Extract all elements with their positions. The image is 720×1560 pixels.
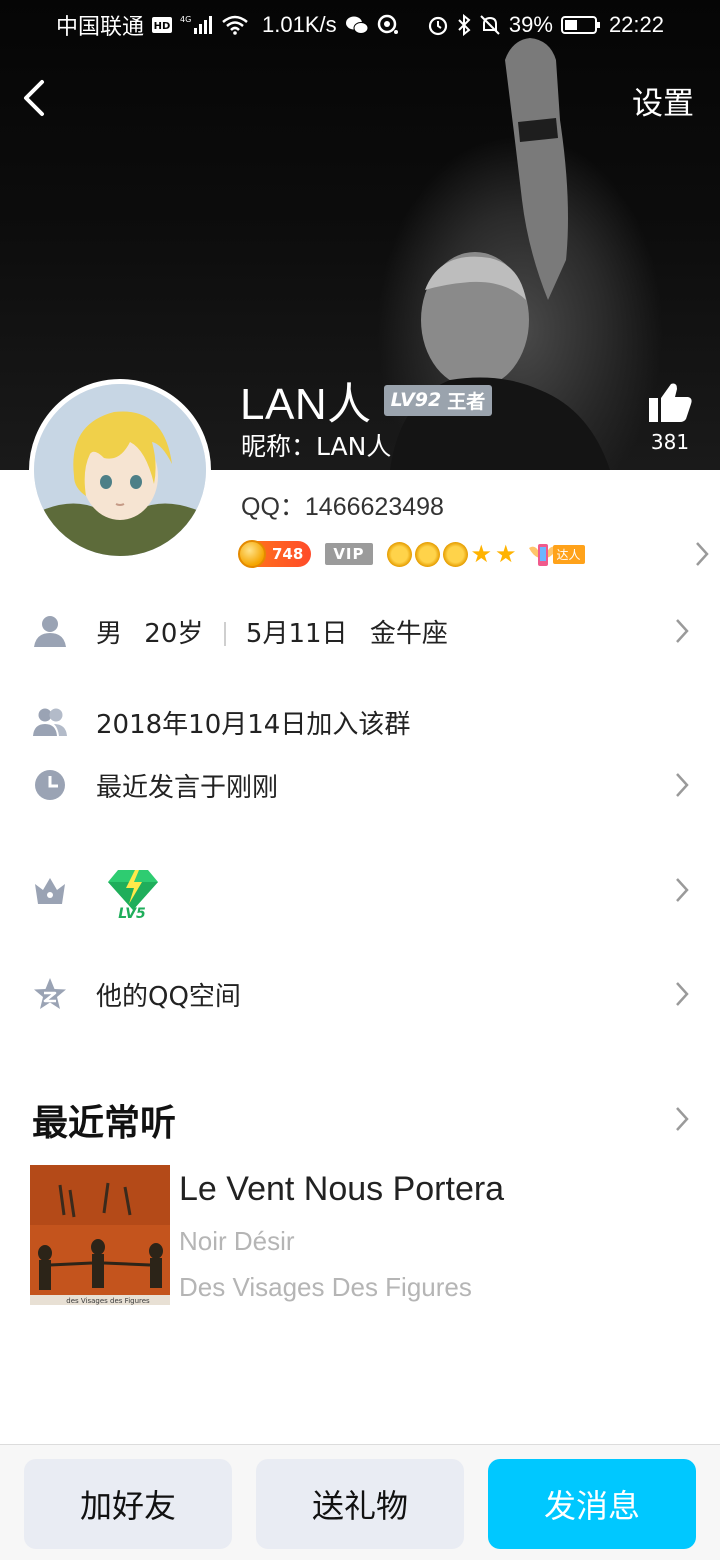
qzone-link: 他的QQ空间: [96, 981, 241, 1012]
svg-text:HD: HD: [154, 21, 171, 32]
crown-icon: [35, 878, 65, 904]
sun-icon: [414, 541, 440, 567]
status-bar: 中国联通 HD 4G 1.01K/s 39% 22:22: [0, 0, 720, 50]
game-level-text: LV5: [118, 906, 146, 920]
zodiac: 金牛座: [369, 618, 448, 649]
network-speed: 1.01K/s: [262, 12, 337, 37]
person-icon: [34, 616, 66, 647]
nickname-value: LAN人: [316, 432, 392, 461]
divider: [223, 622, 226, 646]
alarm-icon: [427, 14, 449, 36]
talent-badge: 达人: [527, 538, 585, 570]
chevron-right-icon: [676, 878, 689, 902]
qq-label: QQ：: [241, 493, 305, 521]
battery-icon: [560, 15, 601, 35]
hd-icon: HD: [152, 17, 173, 33]
qzone-star-icon: [34, 978, 66, 1009]
coin-badge: 748: [238, 540, 312, 568]
avatar[interactable]: [29, 379, 211, 561]
star-icon: ★: [470, 539, 493, 568]
recent-music-title: 最近常听: [32, 1103, 177, 1144]
qq-level-icons: ★ ★: [386, 539, 517, 568]
level-title: 王者: [447, 390, 486, 413]
battery-percent: 39%: [508, 12, 553, 37]
last-spoke: 最近发言于刚刚: [96, 772, 279, 803]
thumbs-up-icon: [649, 383, 692, 422]
album-art-image: des Visages des Figures: [30, 1165, 170, 1305]
nickname-row: 昵称：LAN人: [241, 427, 391, 463]
talent-label: 达人: [552, 544, 585, 564]
chevron-right-icon[interactable]: [674, 1105, 690, 1133]
chevron-right-icon: [696, 542, 709, 566]
name-row: LAN人 LV92 王者: [240, 368, 493, 432]
song-album: Des Visages Des Figures: [179, 1272, 472, 1302]
send-gift-button[interactable]: 送礼物: [256, 1459, 464, 1549]
chevron-right-icon: [676, 773, 689, 797]
green-diamond-icon: LV5: [108, 870, 158, 922]
last-spoke-row[interactable]: 最近发言于刚刚: [0, 755, 720, 815]
song-artist: Noir Désir: [179, 1226, 295, 1256]
age: 20岁: [144, 618, 204, 649]
add-friend-button[interactable]: 加好友: [24, 1459, 232, 1549]
basic-info-row[interactable]: 男 20岁 5月11日 金牛座: [0, 601, 720, 661]
back-arrow-icon: [24, 80, 44, 116]
sun-icon: [386, 541, 412, 567]
basic-info: 男 20岁 5月11日 金牛座: [96, 613, 448, 650]
clock-icon: [35, 770, 65, 800]
like-button[interactable]: 381: [644, 382, 696, 454]
level-number: LV92: [390, 389, 442, 411]
gender: 男: [96, 618, 123, 649]
join-date-row: 2018年10月14日加入该群: [0, 692, 720, 752]
coin-value: 748: [272, 545, 304, 563]
game-level-row[interactable]: LV5: [0, 858, 720, 922]
avatar-image: [34, 384, 206, 556]
chevron-right-icon: [676, 619, 689, 643]
location-icon: [377, 14, 399, 36]
game-level-badge: LV5: [104, 864, 162, 922]
wifi-icon: [222, 15, 248, 35]
send-message-button[interactable]: 发消息: [488, 1459, 696, 1549]
level-badge[interactable]: LV92 王者: [383, 384, 493, 416]
signal-icon: 4G: [180, 14, 214, 36]
join-date: 2018年10月14日加入该群: [96, 709, 411, 740]
star-icon: ★: [495, 539, 517, 568]
qzone-row[interactable]: 他的QQ空间: [0, 964, 720, 1024]
badge-row[interactable]: 748 VIP ★ ★ 达人: [238, 537, 709, 571]
profile-name: LAN人: [240, 380, 372, 429]
nickname-label: 昵称：: [241, 432, 317, 461]
wechat-icon: [345, 15, 369, 35]
qq-number-row: QQ：1466623498: [241, 487, 444, 523]
album-cover-text: des Visages des Figures: [66, 1297, 150, 1305]
vip-badge: VIP: [325, 543, 373, 565]
carrier-label: 中国联通: [56, 14, 145, 39]
svg-text:4G: 4G: [180, 15, 191, 24]
album-cover[interactable]: des Visages des Figures: [30, 1165, 170, 1305]
birthday: 5月11日: [245, 618, 348, 649]
chevron-right-icon: [676, 982, 689, 1006]
bluetooth-icon: [457, 14, 471, 36]
group-members-icon: [33, 708, 67, 736]
song-title[interactable]: Le Vent Nous Portera: [179, 1170, 504, 1209]
back-button[interactable]: [14, 74, 58, 122]
settings-button[interactable]: 设置: [632, 78, 694, 123]
mute-bell-icon: [479, 14, 501, 36]
qq-number: 1466623498: [304, 493, 444, 521]
sun-icon: [442, 541, 468, 567]
coin-icon: [238, 540, 266, 568]
bottom-action-bar: 加好友 送礼物 发消息: [0, 1444, 720, 1560]
like-count: 381: [650, 430, 690, 454]
clock: 22:22: [608, 12, 664, 37]
